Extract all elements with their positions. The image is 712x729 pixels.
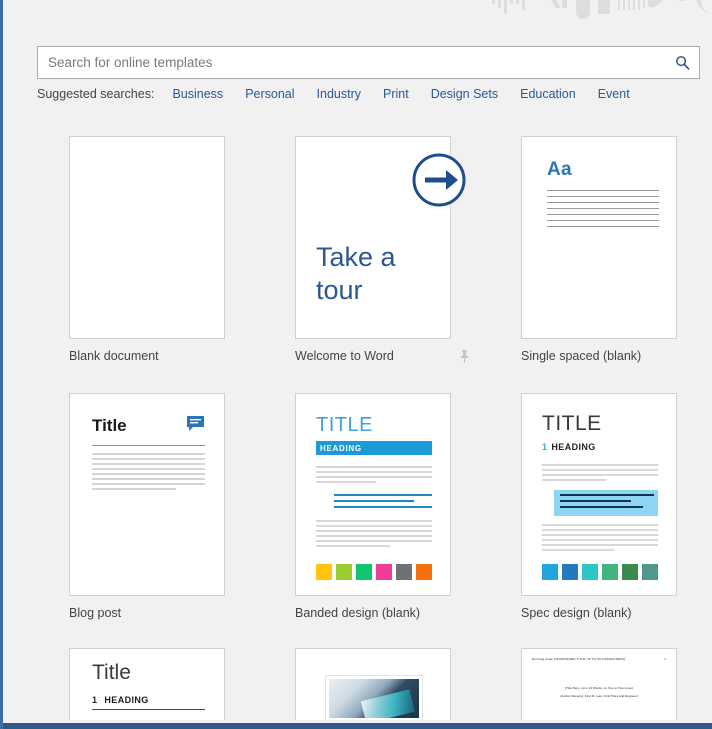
- suggested-search-education[interactable]: Education: [520, 87, 576, 101]
- template-thumbnail[interactable]: Title: [69, 393, 225, 596]
- template-gallery-row-partial: Title 1 HEADING Running head: [SHORTENED …: [69, 648, 709, 720]
- suggested-search-business[interactable]: Business: [172, 87, 223, 101]
- arrow-right-circle-icon: [412, 153, 466, 207]
- pin-icon[interactable]: [459, 349, 470, 363]
- template-tile-blank-document[interactable]: Blank document: [69, 136, 295, 393]
- template-gallery: Blank document Take a tour Welcome to Wo…: [69, 136, 709, 650]
- search-icon: [675, 56, 689, 70]
- template-tile-spec-design-blank[interactable]: TITLE 1 HEADING Spec design (blank): [521, 393, 712, 650]
- decorative-watermark: [492, 0, 712, 19]
- landscape-photo: [326, 676, 422, 720]
- paper-author-line: [Author Name(s), First M. Last, Omit Tit…: [560, 694, 638, 699]
- template-thumbnail[interactable]: Running head: [SHORTENED TITLE UP TO 50 …: [521, 648, 677, 720]
- template-tile-partial-1[interactable]: Title 1 HEADING: [69, 648, 295, 720]
- template-tile-blog-post[interactable]: Title Blog post: [69, 393, 295, 650]
- text-lines-placeholder: [542, 524, 658, 554]
- swatch-4: [376, 564, 392, 580]
- swatch-6: [416, 564, 432, 580]
- color-swatches: [316, 564, 432, 580]
- heading-label: HEADING: [551, 442, 596, 452]
- text-lines-placeholder: [542, 464, 658, 484]
- running-head-text: Running head: [SHORTENED TITLE UP TO 50 …: [532, 657, 626, 661]
- suggested-search-industry[interactable]: Industry: [317, 87, 361, 101]
- sample-heading-text: 1 HEADING: [92, 695, 149, 705]
- swatch-3: [356, 564, 372, 580]
- text-lines-placeholder: [316, 520, 432, 550]
- template-caption: Blog post: [69, 606, 122, 620]
- template-tile-single-spaced-blank[interactable]: Aa Single spaced (blank): [521, 136, 712, 393]
- template-thumbnail[interactable]: Take a tour: [295, 136, 466, 339]
- swatch-4: [602, 564, 618, 580]
- search-button[interactable]: [665, 47, 699, 78]
- sample-heading-band: HEADING: [316, 441, 432, 455]
- swatch-5: [622, 564, 638, 580]
- suggested-search-personal[interactable]: Personal: [245, 87, 294, 101]
- sample-title-text: TITLE: [542, 412, 602, 435]
- sample-heading-text: 1 HEADING: [542, 442, 596, 452]
- paper-running-head: Running head: [SHORTENED TITLE UP TO 50 …: [532, 657, 666, 661]
- template-thumbnail[interactable]: [69, 136, 225, 339]
- template-caption: Banded design (blank): [295, 606, 421, 620]
- search-area: [37, 46, 700, 79]
- sample-title-text: Title: [92, 416, 127, 435]
- accent-quote-lines: [334, 494, 432, 512]
- template-thumbnail[interactable]: [295, 648, 451, 720]
- swatch-5: [396, 564, 412, 580]
- template-thumbnail[interactable]: Title 1 HEADING: [69, 648, 225, 720]
- text-lines-placeholder: [92, 453, 205, 493]
- template-thumbnail[interactable]: TITLE 1 HEADING: [521, 393, 677, 596]
- suggested-searches-label: Suggested searches:: [37, 87, 155, 101]
- swatch-2: [336, 564, 352, 580]
- template-thumbnail[interactable]: TITLE HEADING: [295, 393, 451, 596]
- suggested-search-print[interactable]: Print: [383, 87, 409, 101]
- suggested-search-design-sets[interactable]: Design Sets: [431, 87, 498, 101]
- sample-text-aa: Aa: [547, 159, 572, 180]
- suggested-search-event[interactable]: Event: [598, 87, 630, 101]
- template-tile-banded-design-blank[interactable]: TITLE HEADING Banded design (blank): [295, 393, 521, 650]
- template-caption: Single spaced (blank): [521, 349, 642, 363]
- template-tile-partial-2[interactable]: [295, 648, 521, 720]
- paper-title-line: [Title Here, up to 12 Words, on One to T…: [565, 686, 633, 690]
- page-number: 1: [664, 657, 666, 661]
- sample-title-text: TITLE: [316, 414, 373, 436]
- text-lines-placeholder: [547, 190, 659, 232]
- template-tile-partial-3[interactable]: Running head: [SHORTENED TITLE UP TO 50 …: [521, 648, 712, 720]
- heading-number: 1: [92, 695, 98, 705]
- swatch-6: [642, 564, 658, 580]
- taskbar-strip: [3, 723, 712, 729]
- template-tile-welcome-to-word[interactable]: Take a tour Welcome to Word: [295, 136, 521, 393]
- comment-icon: [187, 416, 204, 431]
- swatch-3: [582, 564, 598, 580]
- suggested-searches: Suggested searches: Business Personal In…: [37, 87, 652, 101]
- color-swatches: [542, 564, 658, 580]
- paper-title-block: [Title Here, up to 12 Words, on One to T…: [532, 684, 666, 700]
- template-caption: Welcome to Word: [295, 349, 394, 363]
- word-start-screen: Suggested searches: Business Personal In…: [0, 0, 712, 729]
- swatch-2: [562, 564, 578, 580]
- heading-label: HEADING: [104, 695, 149, 705]
- template-thumbnail[interactable]: Aa: [521, 136, 677, 339]
- search-box[interactable]: [37, 46, 700, 79]
- search-input[interactable]: [38, 47, 665, 78]
- swatch-1: [316, 564, 332, 580]
- template-caption: Spec design (blank): [521, 606, 632, 620]
- highlighted-quote-block: [554, 490, 658, 516]
- heading-number: 1: [542, 442, 548, 452]
- sample-title-text: Title: [92, 661, 131, 684]
- title-rule: [92, 445, 205, 446]
- take-a-tour-text: Take a tour: [316, 242, 396, 305]
- template-caption: Blank document: [69, 349, 159, 363]
- heading-rule: [92, 709, 205, 710]
- text-lines-placeholder: [316, 466, 432, 486]
- swatch-1: [542, 564, 558, 580]
